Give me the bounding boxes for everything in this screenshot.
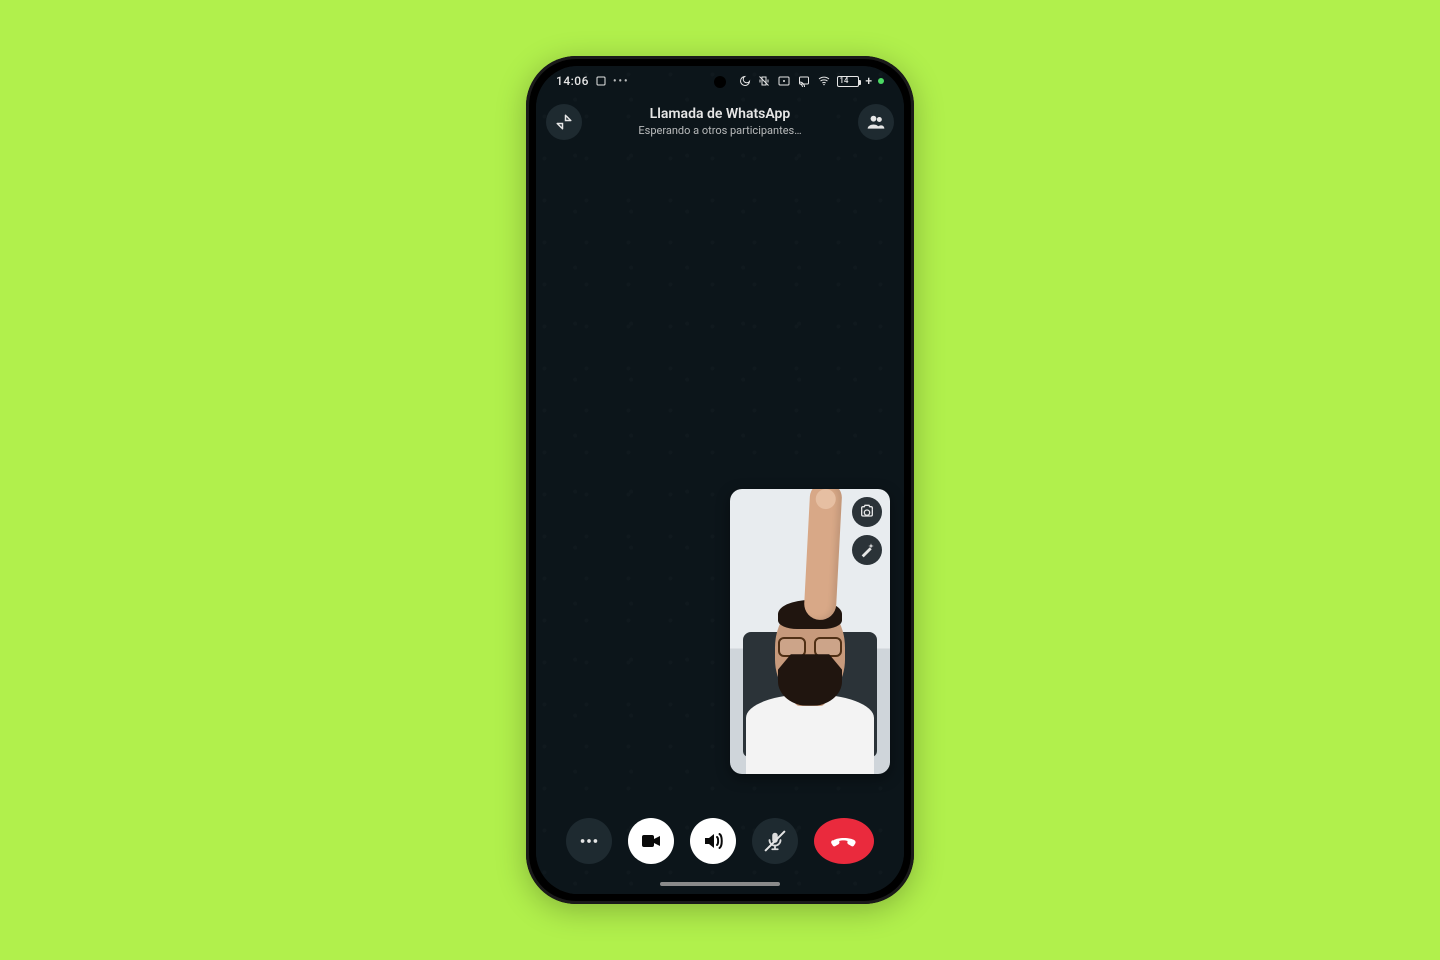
- participants-button[interactable]: [858, 104, 894, 140]
- phone-hangup-icon: [829, 826, 859, 856]
- privacy-dot-icon: [878, 78, 884, 84]
- wifi-icon: [817, 75, 831, 87]
- charging-plus: +: [865, 74, 872, 88]
- more-horizontal-icon: [578, 830, 600, 852]
- self-video-preview[interactable]: [730, 489, 890, 774]
- phone-screen: 14:06 ••• 14 + Lla: [536, 66, 904, 894]
- switch-camera-icon: [859, 504, 875, 520]
- moon-icon: [739, 75, 751, 87]
- call-title: Llamada de WhatsApp: [582, 106, 858, 124]
- toggle-video-button[interactable]: [628, 818, 674, 864]
- mute-mic-button[interactable]: [752, 818, 798, 864]
- effects-button[interactable]: [852, 535, 882, 565]
- status-clock: 14:06: [556, 74, 589, 88]
- speaker-button[interactable]: [690, 818, 736, 864]
- participants-icon: [866, 112, 886, 132]
- pip-beard: [778, 654, 842, 705]
- magic-wand-icon: [859, 542, 875, 558]
- vibrate-off-icon: [757, 75, 771, 87]
- battery-indicator: 14: [837, 76, 859, 87]
- front-camera-cutout: [714, 76, 726, 88]
- switch-camera-button[interactable]: [852, 497, 882, 527]
- video-icon: [639, 829, 663, 853]
- call-action-row: [536, 818, 904, 864]
- pip-shirt: [746, 694, 874, 774]
- call-app-bar: Llamada de WhatsApp Esperando a otros pa…: [536, 98, 904, 146]
- call-subtitle: Esperando a otros participantes…: [582, 124, 858, 138]
- ellipsis-icon: •••: [613, 76, 630, 87]
- gesture-nav-indicator[interactable]: [660, 882, 780, 886]
- minimize-button[interactable]: [546, 104, 582, 140]
- speaker-icon: [701, 829, 725, 853]
- pip-finger: [803, 489, 842, 621]
- mic-muted-icon: [764, 830, 786, 852]
- app-open-icon: [595, 75, 607, 87]
- call-titles: Llamada de WhatsApp Esperando a otros pa…: [582, 106, 858, 137]
- minimize-icon: [555, 113, 573, 131]
- more-options-button[interactable]: [566, 818, 612, 864]
- end-call-button[interactable]: [814, 818, 874, 864]
- phone-frame: 14:06 ••• 14 + Lla: [526, 56, 914, 904]
- vowifi-icon: [777, 75, 791, 87]
- cast-icon: [797, 75, 811, 87]
- pip-glasses: [778, 637, 842, 657]
